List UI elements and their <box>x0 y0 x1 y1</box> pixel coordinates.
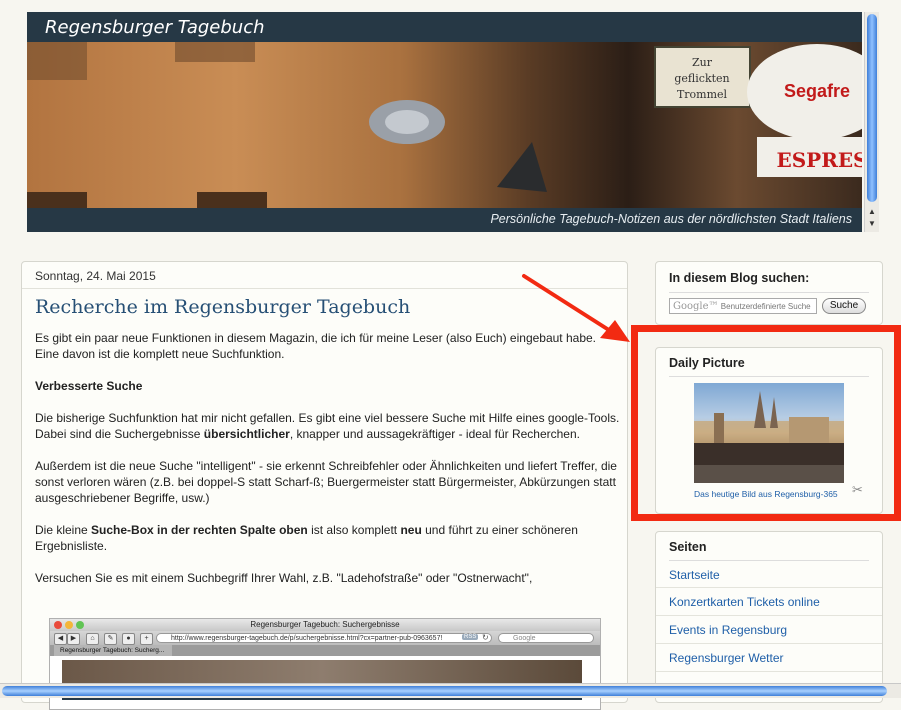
scroll-up-icon[interactable]: ▲ <box>865 206 879 218</box>
triangle-sign-icon <box>497 142 547 192</box>
settings-icon: ● <box>122 633 135 645</box>
reload-icon: ↻ <box>482 633 489 642</box>
post-paragraph: Außerdem ist die neue Suche "intelligent… <box>35 459 617 505</box>
embedded-url-bar: http://www.regensburger-tagebuch.de/p/su… <box>156 633 492 643</box>
close-icon <box>54 621 62 629</box>
divider <box>656 615 882 616</box>
embedded-window-title: Regensburger Tagebuch: Suchergebnisse <box>250 620 400 629</box>
embedded-window-titlebar: Regensburger Tagebuch: Suchergebnisse <box>50 619 600 631</box>
svg-text:geflickten: geflickten <box>674 72 729 85</box>
page-link-events[interactable]: Events in Regensburg <box>669 623 787 637</box>
divider <box>656 587 882 588</box>
header-photo: Zur geflickten Trommel Segafre ESPRES <box>27 42 862 218</box>
post-paragraph: Versuchen Sie es mit einem Suchbegriff I… <box>35 571 533 585</box>
rss-badge: RSS <box>462 634 479 640</box>
google-logo: Google™ <box>673 301 719 312</box>
red-highlight-frame <box>631 325 901 521</box>
horizontal-scrollbar[interactable] <box>0 683 901 698</box>
embedded-search-field: Google <box>498 633 594 643</box>
pages-widget: Seiten Startseite Konzertkarten Tickets … <box>655 531 883 703</box>
page-link-startseite[interactable]: Startseite <box>669 568 720 582</box>
embedded-tab-bar: Regensburger Tagebuch: Sucherg... <box>50 645 600 656</box>
blog-description: Persönliche Tagebuch-Notizen aus der nör… <box>490 212 852 226</box>
header-photo-art: Zur geflickten Trommel Segafre ESPRES <box>27 42 862 218</box>
search-placeholder: Benutzerdefinierte Suche <box>720 302 811 311</box>
svg-text:ESPRES: ESPRES <box>776 148 862 172</box>
back-icon: ◀ <box>54 633 67 645</box>
search-button[interactable]: Suche <box>822 298 866 314</box>
zoom-icon <box>76 621 84 629</box>
add-icon: + <box>140 633 153 645</box>
blog-search-widget: In diesem Blog suchen: Google™ Benutzerd… <box>655 261 883 325</box>
blog-title[interactable]: Regensburger Tagebuch <box>45 17 265 38</box>
minimize-icon <box>65 621 73 629</box>
blog-header: Regensburger Tagebuch Zur geflickten Tro… <box>27 12 862 232</box>
header-scrollbar[interactable]: ▲ ▼ <box>864 12 879 232</box>
post-date: Sonntag, 24. Mai 2015 <box>35 269 156 283</box>
header-scrollbar-thumb[interactable] <box>867 14 877 202</box>
page-link-konzertkarten[interactable]: Konzertkarten Tickets online <box>669 595 820 609</box>
pages-title: Seiten <box>669 540 707 554</box>
svg-text:Trommel: Trommel <box>677 88 728 101</box>
pen-icon: ✎ <box>104 633 117 645</box>
divider <box>656 643 882 644</box>
divider <box>669 560 869 561</box>
svg-text:Segafre: Segafre <box>784 81 850 101</box>
horizontal-scrollbar-thumb[interactable] <box>2 686 887 696</box>
divider <box>669 292 869 293</box>
search-widget-title: In diesem Blog suchen: <box>669 271 810 285</box>
home-icon: ⌂ <box>86 633 99 645</box>
header-description-bar: Persönliche Tagebuch-Notizen aus der nör… <box>27 208 862 232</box>
search-input[interactable]: Google™ Benutzerdefinierte Suche <box>669 298 817 314</box>
embedded-tab: Regensburger Tagebuch: Sucherg... <box>54 645 172 656</box>
scroll-down-icon[interactable]: ▼ <box>865 218 879 230</box>
sign-text: Zur <box>692 56 713 69</box>
red-arrow-icon <box>522 274 630 342</box>
header-title-bar: Regensburger Tagebuch <box>27 12 862 42</box>
post-body: Es gibt ein paar neue Funktionen in dies… <box>35 330 620 602</box>
post-paragraph: Die bisherige Suchfunktion hat mir nicht… <box>35 411 620 441</box>
post-paragraph: Die kleine Suche-Box in der rechten Spal… <box>35 523 578 553</box>
forward-icon: ▶ <box>67 633 80 645</box>
divider <box>656 671 882 672</box>
post-subheading: Verbesserte Suche <box>35 379 143 393</box>
post-title[interactable]: Recherche im Regensburger Tagebuch <box>35 296 410 318</box>
embedded-toolbar: ◀ ▶ ⌂ ✎ ● + http://www.regensburger-tage… <box>50 631 600 645</box>
page-link-wetter[interactable]: Regensburger Wetter <box>669 651 784 665</box>
